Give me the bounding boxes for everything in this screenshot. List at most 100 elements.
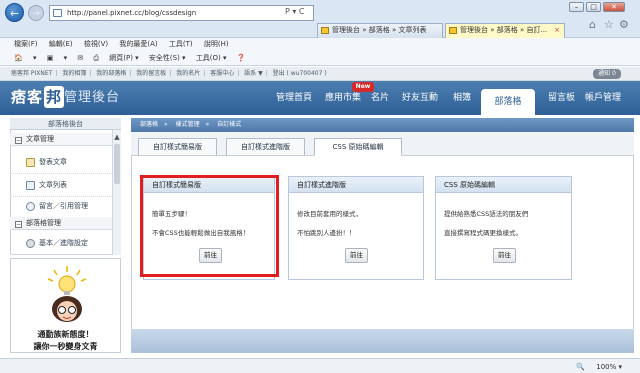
home-toolbar-icon[interactable]: 🏠: [14, 54, 23, 62]
command-bar: 🏠 ▾ ▣ ▾ ✉ ⎙ 網頁(P) ▾ 安全性(S) ▾ 工具(O) ▾ ❓: [0, 51, 640, 66]
sidebar-section-label: 部落格管理: [26, 219, 61, 227]
pencil-icon: [26, 158, 35, 167]
nav-namecard[interactable]: 名片: [371, 92, 389, 104]
sidebar-item-label: 基本／進階設定: [39, 239, 88, 247]
topbar-link-album[interactable]: 我的相簿: [62, 70, 86, 77]
nav-guestbook[interactable]: 留言板: [548, 92, 575, 104]
back-button[interactable]: ←: [5, 3, 24, 22]
card-css-editor: CSS 原始碼編輯 提供給熟悉CSS語法的朋友們 直接撰寫程式碼更換樣式。 前往: [435, 176, 572, 280]
url-text: http://panel.pixnet.cc/blog/cssdesign: [67, 9, 197, 17]
tab-close-icon[interactable]: ×: [554, 24, 560, 37]
breadcrumb: 部落格» 樣式管理» 自訂樣式: [131, 118, 634, 132]
tools-menu[interactable]: 工具(O) ▾: [196, 54, 227, 62]
menu-tools[interactable]: 工具(T): [169, 40, 193, 48]
tab-css-editor[interactable]: CSS 原始碼編輯: [314, 138, 402, 156]
nav-account[interactable]: 帳戶管理: [585, 92, 621, 104]
zoom-icon[interactable]: 🔍: [576, 360, 585, 373]
go-button[interactable]: 前往: [493, 248, 516, 263]
browser-tab-label: 管理後台 » 部落格 » 自訂...: [460, 26, 548, 34]
tab-favicon-icon: [321, 27, 329, 34]
menu-help[interactable]: 說明(H): [204, 40, 229, 48]
menu-edit[interactable]: 編輯(E): [49, 40, 73, 48]
sidebar-item-settings[interactable]: 基本／進階設定: [10, 232, 112, 255]
browser-tab-active[interactable]: 管理後台 » 部落格 » 自訂... ×: [445, 23, 565, 38]
help-icon[interactable]: ❓: [237, 54, 246, 62]
settings-gear-icon[interactable]: ⚙: [619, 18, 629, 31]
content-footer-bar: [131, 329, 634, 353]
documents-icon: [26, 181, 35, 190]
topbar-language-select[interactable]: 語系 ▼: [244, 70, 263, 77]
nav-album[interactable]: 相簿: [453, 92, 471, 104]
home-dropdown[interactable]: ▾: [33, 54, 37, 62]
feeds-icon[interactable]: ▣: [47, 54, 54, 62]
card-text: 直接撰寫程式碼更換樣式。: [444, 229, 522, 237]
new-badge: New: [352, 82, 374, 92]
breadcrumb-current: 自訂樣式: [217, 121, 242, 128]
minimize-button[interactable]: –: [569, 2, 584, 12]
menu-file[interactable]: 檔案(F): [14, 40, 38, 48]
collapse-icon[interactable]: −: [15, 221, 22, 228]
topbar-link-blog[interactable]: 我的部落格: [96, 70, 126, 77]
safety-menu[interactable]: 安全性(S) ▾: [149, 54, 186, 62]
go-button[interactable]: 前往: [345, 248, 368, 263]
ad-illustration: [47, 266, 87, 322]
page-favicon-icon: [53, 9, 62, 17]
notification-badge[interactable]: 通知 0: [593, 69, 621, 79]
card-title: CSS 原始碼編輯: [436, 177, 571, 193]
close-window-button[interactable]: ✕: [603, 2, 625, 12]
print-icon[interactable]: ⎙: [93, 54, 99, 62]
card-text: 提供給熟悉CSS語法的朋友們: [444, 210, 529, 218]
browser-tab-article-list[interactable]: 管理後台 » 部落格 » 文章列表: [317, 23, 443, 38]
site-topbar: 痞客邦 PIXNET | 我的相簿 | 我的部落格 | 我的留言板 | 我的名片 | 客服…: [0, 67, 640, 81]
sidebar-section-articles[interactable]: − 文章管理: [10, 133, 112, 146]
nav-app-market[interactable]: 應用市集: [325, 92, 361, 104]
menu-bar: 檔案(F) 編輯(E) 檢視(V) 我的最愛(A) 工具(T) 說明(H): [0, 38, 640, 51]
sidebar-item-label: 文章列表: [39, 181, 67, 189]
gear-icon: [26, 239, 35, 248]
feeds-dropdown[interactable]: ▾: [64, 54, 68, 62]
zoom-value: 100%: [596, 363, 617, 371]
sidebar-item-new-post[interactable]: 發表文章: [10, 151, 112, 174]
menu-favorites[interactable]: 我的最愛(A): [119, 40, 157, 48]
tab-advanced-style[interactable]: 自訂樣式進階版: [226, 138, 305, 155]
address-controls[interactable]: P ▾ C: [285, 5, 305, 19]
sidebar-section-blog[interactable]: − 部落格管理: [10, 217, 112, 230]
tab-favicon-icon: [449, 27, 457, 34]
page-menu[interactable]: 網頁(P) ▾: [109, 54, 138, 62]
zoom-level[interactable]: 100% ▾: [596, 360, 622, 373]
logo-subtitle: 管理後台: [64, 90, 121, 105]
comment-icon: [26, 202, 35, 211]
topbar-logout-link[interactable]: 登出 ( wu700407 ): [273, 70, 327, 77]
sidebar-item-post-list[interactable]: 文章列表: [10, 174, 112, 197]
favorites-star-icon[interactable]: ☆: [604, 18, 614, 31]
highlight-box: [140, 175, 279, 277]
site-logo[interactable]: 痞客邦: [11, 86, 65, 108]
nav-dashboard[interactable]: 管理首頁: [276, 92, 312, 104]
topbar-link-card[interactable]: 我的名片: [176, 70, 200, 77]
tab-simple-style[interactable]: 自訂樣式簡易版: [138, 138, 217, 155]
logo-mark: 邦: [44, 86, 65, 108]
sidebar-ad[interactable]: 通勤族新態度！ 讓你一秒變身文青: [10, 258, 121, 353]
home-icon[interactable]: ⌂: [589, 18, 596, 31]
topbar-link-support[interactable]: 客服中心: [210, 70, 234, 77]
forward-button[interactable]: →: [28, 5, 44, 21]
breadcrumb-blog[interactable]: 部落格: [140, 121, 158, 128]
scroll-thumb[interactable]: [114, 144, 120, 184]
browser-tab-label: 管理後台 » 部落格 » 文章列表: [332, 26, 427, 34]
sidebar-item-comments[interactable]: 留言／引用管理: [10, 195, 112, 218]
nav-blog-active[interactable]: 部落格: [481, 89, 535, 115]
scroll-up-icon[interactable]: ▲: [113, 133, 121, 141]
ad-subline: 讓你一秒變身文青: [33, 342, 98, 351]
nav-friends[interactable]: 好友互動: [402, 92, 438, 104]
sidebar-item-label: 發表文章: [39, 158, 67, 166]
topbar-link-pixnet[interactable]: 痞客邦 PIXNET: [11, 70, 52, 77]
menu-view[interactable]: 檢視(V): [84, 40, 108, 48]
topbar-link-guestbook[interactable]: 我的留言板: [136, 70, 166, 77]
mail-icon[interactable]: ✉: [77, 54, 83, 62]
maximize-button[interactable]: □: [586, 2, 601, 12]
collapse-icon[interactable]: −: [15, 137, 22, 144]
sidebar-scrollbar[interactable]: ▲: [112, 130, 121, 255]
address-bar[interactable]: http://panel.pixnet.cc/blog/cssdesign: [49, 5, 314, 21]
sidebar-item-label: 留言／引用管理: [39, 202, 88, 210]
breadcrumb-style[interactable]: 樣式管理: [176, 121, 200, 128]
